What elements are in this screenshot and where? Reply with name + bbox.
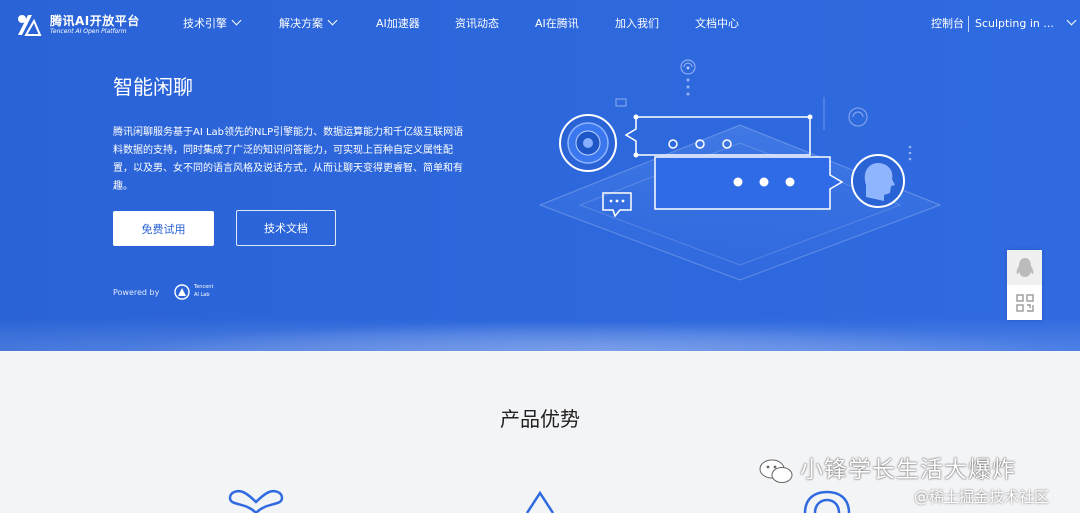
qr-code-icon — [1015, 293, 1034, 312]
wifi-icon — [680, 59, 696, 75]
chat-illustration — [538, 59, 942, 281]
wechat-icon — [759, 459, 793, 483]
watermark-juejin: @稀土掘金技术社区 — [914, 488, 1050, 506]
user-name: Sculpting in ... — [975, 17, 1054, 30]
nav-item-tech-engine[interactable]: 技术引擎 — [183, 15, 242, 32]
chevron-down-icon — [327, 15, 338, 26]
nav-divider — [968, 16, 969, 32]
qq-contact-button[interactable] — [1007, 250, 1042, 285]
brand-subtitle: Tencent AI Open Platform — [50, 28, 127, 35]
user-menu[interactable]: Sculpting in ... — [975, 15, 1077, 32]
chat-bubble-front — [654, 156, 844, 210]
nav-item-join-us[interactable]: 加入我们 — [615, 16, 659, 32]
chevron-down-icon — [1066, 15, 1077, 26]
nav-item-news[interactable]: 资讯动态 — [455, 16, 499, 32]
tech-docs-button[interactable]: 技术文档 — [236, 210, 336, 246]
tencent-ai-logo-icon — [18, 15, 42, 36]
hero-banner: 腾讯AI开放平台 Tencent AI Open Platform 技术引擎 解… — [0, 0, 1080, 351]
nav-item-solutions[interactable]: 解决方案 — [279, 15, 338, 32]
qr-code-button[interactable] — [1007, 285, 1042, 320]
powered-by-label: Powered by — [113, 288, 160, 297]
ai-lab-logo-icon — [174, 284, 190, 300]
floating-side-bar — [1007, 250, 1042, 320]
tencent-ai-lab-logo: Tencent AI Lab — [174, 284, 220, 302]
nav-item-ai-at-tencent[interactable]: AI在腾讯 — [535, 16, 579, 32]
wifi-icon — [848, 107, 868, 127]
brand-logo[interactable]: 腾讯AI开放平台 Tencent AI Open Platform — [14, 9, 140, 39]
nav-item-docs[interactable]: 文档中心 — [695, 16, 739, 32]
heart-icon — [228, 489, 284, 513]
watermark-wechat: 小锋学长生活大爆炸 — [758, 450, 1016, 485]
user-avatar-icon — [851, 154, 905, 208]
console-link[interactable]: 控制台 — [931, 16, 964, 32]
section-title: 产品优势 — [500, 407, 580, 431]
top-navbar: 腾讯AI开放平台 Tencent AI Open Platform 技术引擎 解… — [0, 0, 1080, 48]
nav-item-ai-accelerator[interactable]: AI加速器 — [376, 16, 420, 32]
page-title: 智能闲聊 — [113, 75, 193, 99]
chevron-down-icon — [231, 15, 242, 26]
triangle-icon — [525, 490, 555, 513]
free-trial-button[interactable]: 免费试用 — [113, 211, 214, 246]
brand-title: 腾讯AI开放平台 — [50, 14, 140, 28]
swirl-icon — [803, 490, 851, 513]
hero-description: 腾讯闲聊服务基于AI Lab领先的NLP引擎能力、数据运算能力和千亿级互联网语料… — [113, 127, 464, 192]
qq-penguin-icon — [1016, 257, 1033, 277]
robot-icon — [559, 114, 617, 172]
